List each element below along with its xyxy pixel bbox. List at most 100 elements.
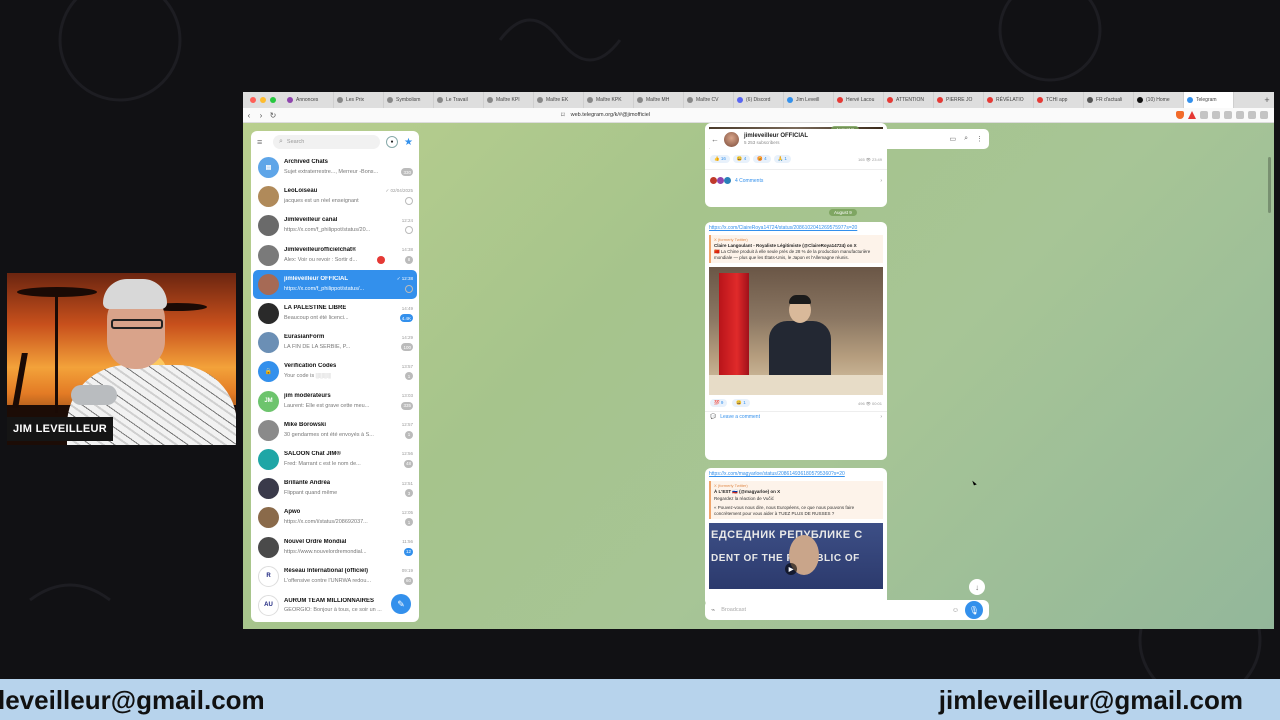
reaction-chip[interactable]: 😄 4 [732, 155, 751, 163]
preview-source: X (formerly Twitter) [714, 237, 748, 242]
browser-tab[interactable]: Annonces [284, 92, 334, 108]
reaction-chip[interactable]: 💯 9 [710, 399, 728, 407]
attach-icon[interactable]: ⌁ [711, 606, 715, 614]
reaction-chip[interactable]: 😡 4 [753, 155, 771, 163]
star-icon[interactable]: ★ [404, 137, 413, 148]
chat-time: 14:49 [401, 305, 413, 311]
zoom-window-button[interactable] [270, 97, 276, 103]
browser-tab[interactable]: Maître KPI [484, 92, 534, 108]
preview-photo[interactable] [709, 267, 883, 395]
wallet-icon[interactable] [1224, 111, 1232, 119]
reload-icon[interactable]: ↻ [267, 111, 279, 120]
emoji-icon[interactable]: ☺ [952, 607, 959, 614]
minimize-window-button[interactable] [260, 97, 266, 103]
search-icon[interactable]: ⌕ [964, 135, 968, 143]
reaction-chip[interactable]: 🙏 1 [773, 155, 791, 163]
unread-badge: 1 [405, 372, 413, 381]
chat-avatar [258, 419, 279, 441]
chat-list-item[interactable]: Brillante Andréa 12:51 Flippant quand même… [253, 474, 417, 503]
menu-icon[interactable] [1260, 111, 1268, 119]
comments-icon[interactable]: ▭ [949, 135, 956, 143]
chat-list-item[interactable]: Mike Borowski 12:57 30 gendarmes ont été e… [253, 416, 417, 445]
browser-tab[interactable]: Maître KPK [584, 92, 634, 108]
scrollbar[interactable] [1268, 157, 1271, 213]
link-preview[interactable]: X (formerly Twitter) À L'EST 🇷🇺 (@magyar… [709, 481, 883, 519]
browser-tab[interactable]: Symbolism [384, 92, 434, 108]
browser-tab[interactable]: Maître MH [634, 92, 684, 108]
warning-icon[interactable] [1188, 111, 1196, 119]
microphone-button[interactable]: 🎙 [965, 601, 983, 619]
chat-name: jim modérateurs [284, 392, 331, 399]
preview-title: Claire Langoulant - Royaliste Légitimist… [714, 243, 857, 248]
message-card: https://x.com/magyarloe/status/208614936… [705, 468, 887, 606]
chat-list-item[interactable]: Jimleveilleurofficielchat® 14:38 Alex: Voi… [253, 241, 417, 270]
chat-time: ✓ 02/04/2025 [385, 188, 413, 194]
tab-favicon-icon [1087, 97, 1093, 103]
channel-title[interactable]: jimleveilleur OFFICIAL [744, 133, 808, 139]
url-field[interactable]: web.telegram.org/k/#@jimofficiel [571, 112, 650, 118]
browser-tab[interactable]: ATTENTION [884, 92, 934, 108]
chat-list-item[interactable]: jimleveilleur OFFICIAL ✓ 12:38 https://x.c… [253, 269, 417, 299]
browser-tab[interactable]: PIERRE JO [934, 92, 984, 108]
browser-tab[interactable]: RÉVÉLATIO [984, 92, 1034, 108]
close-window-button[interactable] [250, 97, 256, 103]
chat-list-item[interactable]: R Réseau International (officiel) 09:19 L'o… [253, 562, 417, 591]
browser-tab[interactable]: Maître EK [534, 92, 584, 108]
reaction-chip[interactable]: 👍 16 [710, 155, 730, 163]
download-icon[interactable] [1248, 111, 1256, 119]
broadcast-input[interactable]: Broadcast [721, 607, 946, 613]
telegram-app: ≡ ⌕ Search ● ★ ▤ Archived Chats Sujet extr… [243, 123, 1274, 629]
more-vertical-icon[interactable]: ⋮ [976, 135, 983, 143]
browser-tab[interactable]: Maître CV [684, 92, 734, 108]
chat-avatar [258, 215, 279, 237]
bookmark-icon[interactable]: ⌑ [561, 111, 565, 119]
browser-tab[interactable]: (6) Discord [734, 92, 784, 108]
extension-icon[interactable] [1200, 111, 1208, 119]
browser-tab[interactable]: FR d'actuali [1084, 92, 1134, 108]
chat-list-item[interactable]: JM jim modérateurs 13:03 Laurent: Elle est … [253, 387, 417, 416]
chat-list-item[interactable]: Jimleveilleur canal 12:24 https://x.com/f_… [253, 211, 417, 240]
scroll-down-button[interactable]: ↓ [969, 579, 985, 595]
tweet-link[interactable]: https://x.com/ClaireRoya14724/status/208… [705, 222, 887, 232]
channel-avatar[interactable] [724, 131, 739, 147]
chat-name: Réseau International (officiel) [284, 567, 369, 574]
tweet-link[interactable]: https://x.com/magyarloe/status/208614936… [705, 468, 887, 478]
reaction-chip[interactable]: 😄 1 [732, 399, 750, 407]
leave-comment-link[interactable]: 💬 Leave a comment › [705, 411, 887, 422]
back-arrow-icon[interactable]: ← [711, 135, 719, 144]
browser-tab[interactable]: Hervé Lacou [834, 92, 884, 108]
preview-video[interactable]: ЕДСЕДНИК РЕПУБЛИКЕ С DENT OF THE REPUBLI… [709, 523, 883, 589]
chat-list-item[interactable]: LeoLoiseau ✓ 02/04/2025 jacques est un rée… [253, 182, 417, 211]
chat-list-item[interactable]: ▤ Archived Chats Sujet extraterrestre..., … [253, 153, 417, 182]
chat-list-item[interactable]: Apwo 12:05 https://x.com/i/status/20869203… [253, 503, 417, 532]
vpn-icon[interactable] [1236, 111, 1244, 119]
chat-list-item[interactable]: 🔒 Verification Codes 13:57 Your code is ░░░… [253, 357, 417, 386]
comments-link[interactable]: 4 Comments › [705, 169, 887, 184]
browser-tab[interactable]: Jim Leveill [784, 92, 834, 108]
address-bar: ‹ › ↻ ⌑ web.telegram.org/k/#@jimofficiel [243, 108, 1274, 123]
tab-label: RÉVÉLATIO [996, 97, 1024, 103]
search-input[interactable]: ⌕ Search [273, 135, 381, 149]
tab-label: Symbolism [396, 97, 421, 103]
sidebar-icon[interactable] [1212, 111, 1220, 119]
browser-tab[interactable]: Les Prix [334, 92, 384, 108]
link-preview[interactable]: X (formerly Twitter) Claire Langoulant -… [709, 235, 883, 263]
hamburger-menu-icon[interactable]: ≡ [257, 137, 267, 147]
chat-list-item[interactable]: LA PALESTINE LIBRE 14:49 Beaucoup ont été … [253, 299, 417, 328]
brave-shield-icon[interactable] [1176, 111, 1184, 119]
chat-list-item[interactable]: Nouvel Ordre Mondial 11:56 https://www.nou… [253, 532, 417, 561]
tab-favicon-icon [787, 97, 793, 103]
chat-list-item[interactable]: EurasianForm 14:29 LA FIN DE LA SERBIE, P.… [253, 328, 417, 357]
new-tab-button[interactable]: + [1260, 95, 1274, 105]
story-ring-icon[interactable]: ● [386, 136, 399, 148]
compose-pencil-button[interactable]: ✎ [391, 594, 411, 614]
email-text-right: jimleveilleur@gmail.com [938, 685, 1243, 715]
chat-list-item[interactable]: SALOON Chat JIM® 12:56 Fred: Marrant c est… [253, 445, 417, 474]
play-icon[interactable]: ▶ [785, 563, 797, 575]
browser-tab[interactable]: TCHI app [1034, 92, 1084, 108]
back-icon[interactable]: ‹ [243, 111, 255, 120]
browser-tab[interactable]: Telegram [1184, 92, 1234, 108]
forward-icon[interactable]: › [255, 111, 267, 120]
browser-tab[interactable]: (10) Home [1134, 92, 1184, 108]
browser-tab[interactable]: Le Travail [434, 92, 484, 108]
